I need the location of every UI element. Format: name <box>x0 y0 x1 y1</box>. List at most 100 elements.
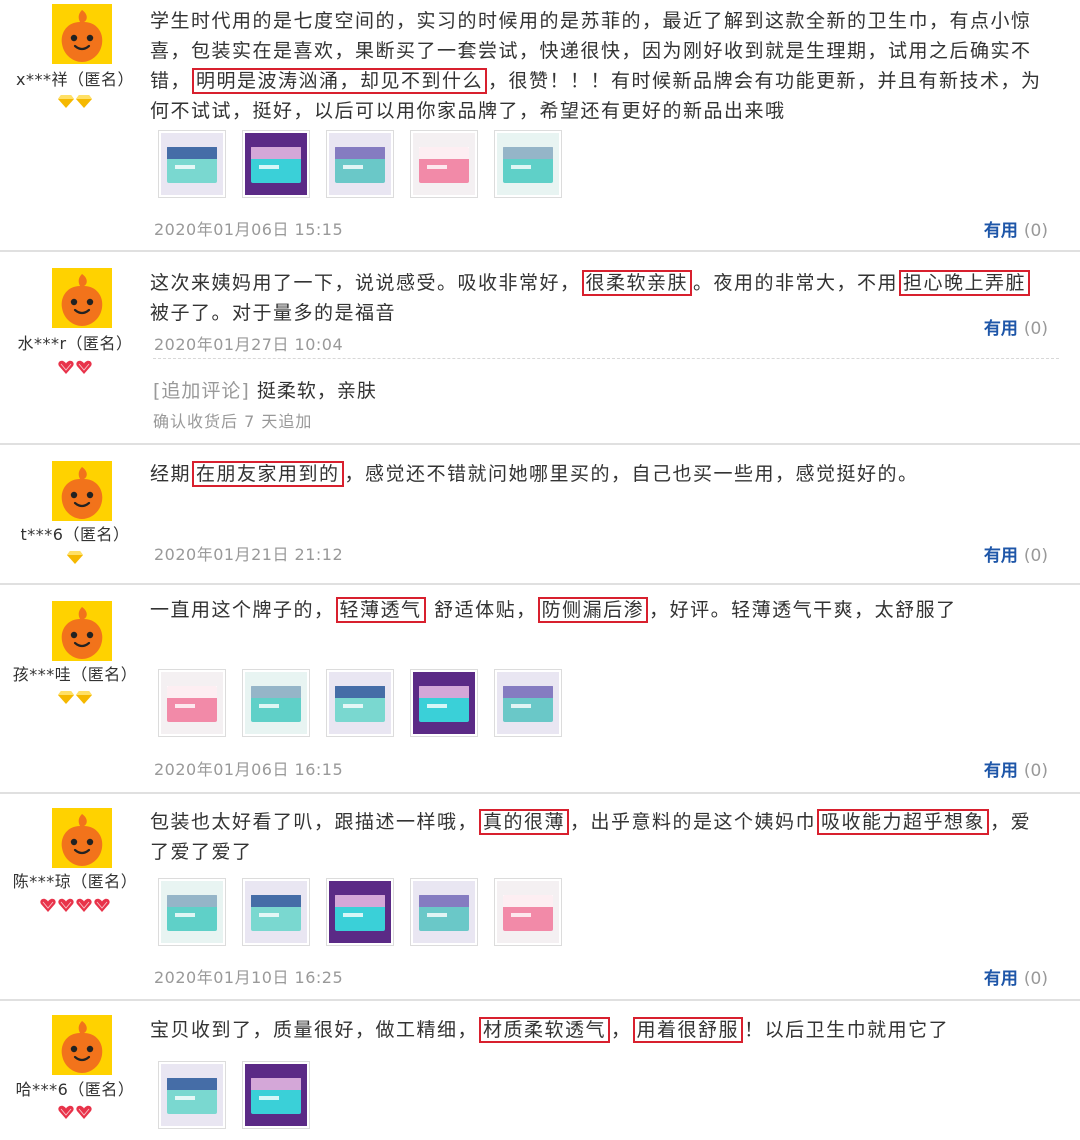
review-photo-thumbnail[interactable] <box>158 130 226 198</box>
review-photo-thumbnail[interactable] <box>410 878 478 946</box>
helpful-label: 有用 <box>983 546 1018 566</box>
yellow-diamond-icon <box>76 691 92 704</box>
review-item: 水***r（匿名） 这次来姨妈用了一下，说说感受。吸收非常好， 很柔软亲肤 。夜用的… <box>0 252 1080 445</box>
reviewer-level-badges <box>0 898 150 912</box>
reviewer-level-badges <box>0 551 150 564</box>
yellow-diamond-icon <box>76 95 92 108</box>
reviewer-name: x***祥（匿名） <box>16 70 134 89</box>
avatar[interactable] <box>52 808 112 868</box>
yellow-diamond-icon <box>67 551 83 564</box>
avatar[interactable] <box>52 1015 112 1075</box>
text-segment: ！以后卫生巾就用它了 <box>744 1019 950 1041</box>
review-date: 2020年01月21日 21:12 <box>154 545 344 564</box>
helpful-button[interactable]: 有用 (0) <box>984 216 1048 241</box>
review-photo-thumbnail[interactable] <box>326 669 394 737</box>
yellow-diamond-icon <box>58 95 74 108</box>
review-photo-thumbnail[interactable] <box>494 130 562 198</box>
helpful-count: (0) <box>1023 319 1048 339</box>
avatar[interactable] <box>52 268 112 328</box>
highlighted-phrase: 吸收能力超乎想象 <box>817 809 990 835</box>
review-text: 宝贝收到了，质量很好，做工精细， 材质柔软透气，用着很舒服 ！以后卫生巾就用它了 <box>150 1015 1050 1045</box>
avatar-mascot-icon <box>52 601 112 661</box>
helpful-count: (0) <box>1023 221 1048 241</box>
review-photo-thumbnail[interactable] <box>494 669 562 737</box>
review-item: 孩***哇（匿名） 一直用这个牌子的， 轻薄透气 舒适体贴， 防侧漏后渗 ，好评。轻薄… <box>0 585 1080 794</box>
highlighted-phrase: 材质柔软透气 <box>479 1017 611 1043</box>
review-date: 2020年01月10日 16:25 <box>154 968 344 987</box>
red-heart-diamond-icon <box>76 1105 92 1119</box>
review-photo-thumbnail[interactable] <box>242 130 310 198</box>
text-segment: 。夜用的非常大，不用 <box>693 272 899 294</box>
review-photo-thumbnail[interactable] <box>242 669 310 737</box>
review-item: x***祥（匿名） 学生时代用的是七度空间的，实习的时候用的是苏菲的，最近了解到… <box>0 0 1080 252</box>
review-text: 这次来姨妈用了一下，说说感受。吸收非常好， 很柔软亲肤 。夜用的非常大，不用 担心晚上… <box>150 268 1050 328</box>
review-photo-thumbnail[interactable] <box>242 1061 310 1129</box>
yellow-diamond-icon <box>58 691 74 704</box>
highlighted-phrase: 明明是波涛汹涌，却见不到什么 <box>192 68 488 94</box>
append-comment-label: [追加评论] <box>153 380 250 402</box>
review-photo-thumbnail[interactable] <box>158 1061 226 1129</box>
red-heart-diamond-icon <box>94 898 110 912</box>
review-photo-thumbnail[interactable] <box>410 130 478 198</box>
review-item: t***6（匿名） 经期 在朋友家用到的 ，感觉还不错就问她哪里买的，自己也买一些用… <box>0 445 1080 585</box>
review-item: 陈***琼（匿名） 包装也太好看了叭，跟描述一样哦， 真的很薄 ，出乎意料的是这个姨… <box>0 794 1080 1001</box>
text-segment: 经期 <box>150 463 192 485</box>
review-photo-thumbnail[interactable] <box>410 669 478 737</box>
review-date: 2020年01月27日 10:04 <box>154 335 344 354</box>
text-segment: 宝贝收到了，质量很好，做工精细， <box>150 1019 479 1041</box>
reviewer-name: 陈***琼（匿名） <box>12 872 138 891</box>
text-segment: ，感觉还不错就问她哪里买的，自己也买一些用，感觉挺好的。 <box>344 463 919 485</box>
reviewer-name: 水***r（匿名） <box>17 334 133 353</box>
review-photo-thumbnail[interactable] <box>242 878 310 946</box>
helpful-button[interactable]: 有用 (0) <box>984 541 1048 566</box>
avatar[interactable] <box>52 4 112 64</box>
red-heart-diamond-icon <box>58 360 74 374</box>
text-segment: 一直用这个牌子的， <box>150 599 335 621</box>
text-segment: 被子了。对于量多的是福音 <box>150 302 397 324</box>
helpful-label: 有用 <box>983 221 1018 241</box>
highlighted-phrase: 在朋友家用到的 <box>192 461 344 487</box>
avatar[interactable] <box>52 461 112 521</box>
helpful-count: (0) <box>1023 761 1048 781</box>
helpful-label: 有用 <box>983 319 1018 339</box>
highlighted-phrase: 很柔软亲肤 <box>581 270 693 296</box>
helpful-button[interactable]: 有用 (0) <box>984 756 1048 781</box>
helpful-label: 有用 <box>983 969 1018 989</box>
review-date: 2020年01月06日 15:15 <box>154 220 344 239</box>
text-segment: ，出乎意料的是这个姨妈巾 <box>570 811 817 833</box>
review-text: 包装也太好看了叭，跟描述一样哦， 真的很薄 ，出乎意料的是这个姨妈巾 吸收能力超乎想象… <box>150 807 1050 867</box>
helpful-button[interactable]: 有用 (0) <box>984 964 1048 989</box>
review-text: 一直用这个牌子的， 轻薄透气 舒适体贴， 防侧漏后渗 ，好评。轻薄透气干爽，太舒服了 <box>150 595 1050 625</box>
avatar-mascot-icon <box>52 461 112 521</box>
helpful-count: (0) <box>1023 969 1048 989</box>
highlighted-phrase: 轻薄透气 <box>335 597 426 623</box>
avatar[interactable] <box>52 601 112 661</box>
append-comment-text: 挺柔软，亲肤 <box>256 380 377 402</box>
reviewer-level-badges <box>0 691 150 704</box>
review-photo-thumbnail[interactable] <box>494 878 562 946</box>
review-photo-thumbnail[interactable] <box>158 878 226 946</box>
highlighted-phrase: 防侧漏后渗 <box>537 597 649 623</box>
text-segment: ， <box>611 1019 632 1041</box>
text-segment: 这次来姨妈用了一下，说说感受。吸收非常好， <box>150 272 581 294</box>
review-list: x***祥（匿名） 学生时代用的是七度空间的，实习的时候用的是苏菲的，最近了解到… <box>0 0 1080 1140</box>
helpful-label: 有用 <box>983 761 1018 781</box>
review-photos <box>158 1061 310 1129</box>
review-item: 哈***6（匿名） 宝贝收到了，质量很好，做工精细， 材质柔软透气，用着很舒服 ！以… <box>0 1001 1080 1140</box>
avatar-mascot-icon <box>52 4 112 64</box>
review-photo-thumbnail[interactable] <box>326 130 394 198</box>
avatar-mascot-icon <box>52 808 112 868</box>
helpful-button[interactable]: 有用 (0) <box>984 314 1048 339</box>
reviewer-name: 哈***6（匿名） <box>15 1080 135 1099</box>
red-heart-diamond-icon <box>76 360 92 374</box>
review-photo-thumbnail[interactable] <box>326 878 394 946</box>
text-segment: 包装也太好看了叭，跟描述一样哦， <box>150 811 479 833</box>
append-comment-time: 确认收货后 7 天追加 <box>153 412 313 431</box>
text-segment: 舒适体贴， <box>426 599 537 621</box>
highlighted-phrase: 真的很薄 <box>479 809 570 835</box>
avatar-mascot-icon <box>52 1015 112 1075</box>
reviewer-name: 孩***哇（匿名） <box>12 665 138 684</box>
text-segment: ，好评。轻薄透气干爽，太舒服了 <box>649 599 957 621</box>
review-photo-thumbnail[interactable] <box>158 669 226 737</box>
highlighted-phrase: 用着很舒服 <box>632 1017 744 1043</box>
